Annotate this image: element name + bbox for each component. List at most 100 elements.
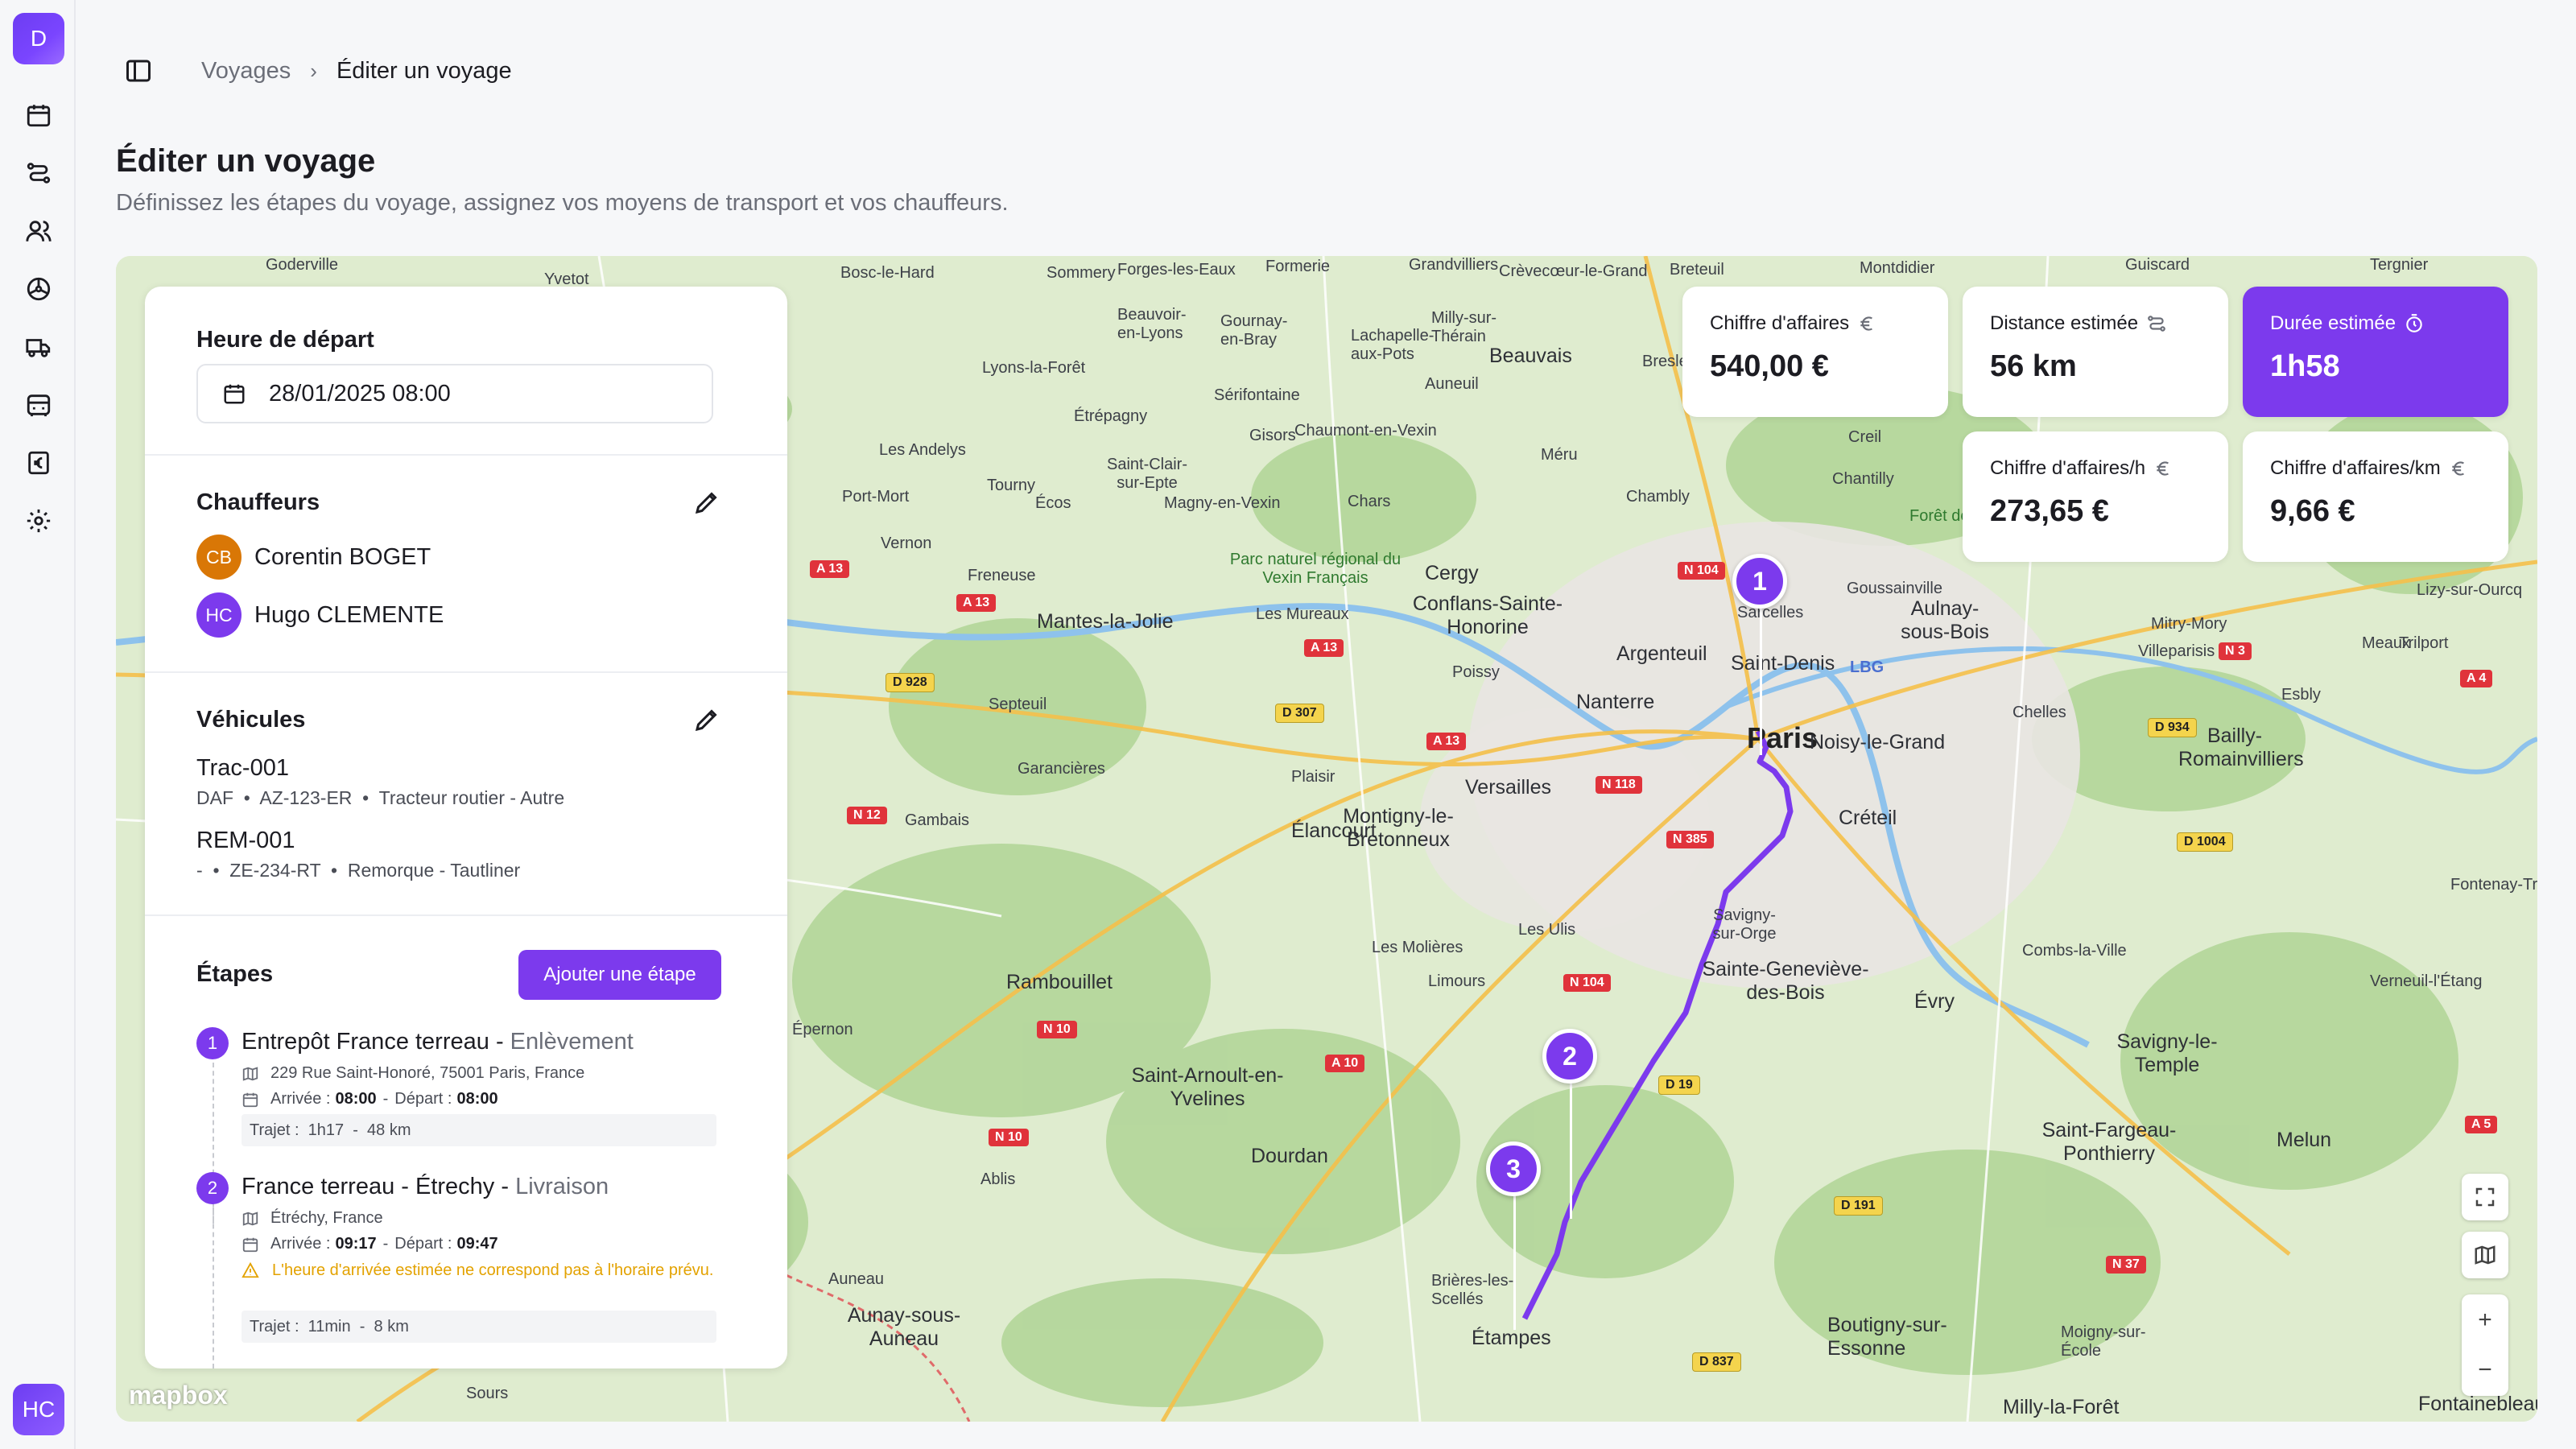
- sidebar-toggle-icon[interactable]: [124, 56, 153, 85]
- app-logo[interactable]: D: [13, 13, 64, 64]
- road-shield: A 13: [810, 560, 850, 578]
- map-label: Limours: [1428, 972, 1486, 990]
- map-label: Bresle: [1642, 353, 1688, 370]
- map-icon: [242, 1211, 258, 1226]
- calendar-icon: [242, 1092, 258, 1107]
- map-marker-1[interactable]: 1: [1732, 554, 1787, 609]
- map-label: Villeparisis: [2138, 642, 2215, 660]
- steering-wheel-icon[interactable]: [25, 275, 52, 303]
- map-marker-3[interactable]: 3: [1486, 1141, 1541, 1196]
- step-address-line: 229 Rue Saint-Honoré, 75001 Paris, Franc…: [242, 1064, 584, 1083]
- euro-icon: [1860, 316, 1873, 331]
- warning-text: L'heure d'arrivée estimée ne correspond …: [272, 1261, 714, 1279]
- step-number: 1: [196, 1027, 229, 1059]
- step-type: Livraison: [515, 1174, 609, 1199]
- vehicle-icon[interactable]: [25, 391, 52, 419]
- road-shield: A 4: [2460, 670, 2493, 687]
- map-label: Moigny-sur-École: [2061, 1323, 2146, 1360]
- marker-stem: [1570, 1074, 1572, 1219]
- road-shield: N 10: [1037, 1021, 1077, 1038]
- map-label: Savigny-le-Temple: [2116, 1030, 2218, 1076]
- departure-datetime-input[interactable]: 28/01/2025 08:00: [196, 364, 713, 423]
- route-icon[interactable]: [25, 159, 52, 187]
- road-shield: D 19: [1658, 1075, 1700, 1095]
- stat-revenue-per-hour: Chiffre d'affaires/h 273,65 €: [1963, 431, 2228, 562]
- map-label: Plaisir: [1291, 768, 1335, 786]
- mapbox-logo: mapbox: [129, 1381, 228, 1410]
- road-shield: N 37: [2106, 1256, 2146, 1274]
- map-style-button[interactable]: [2462, 1232, 2508, 1278]
- map-label: Chelles: [2013, 704, 2066, 721]
- settings-icon[interactable]: [25, 507, 52, 535]
- map-label: Étrépagny: [1074, 407, 1148, 425]
- map-label: Paris: [1747, 721, 1818, 754]
- map-label: Dourdan: [1251, 1145, 1328, 1167]
- truck-icon[interactable]: [25, 333, 52, 361]
- arrival-label: Arrivée :: [270, 1090, 331, 1108]
- stat-duration: Durée estimée 1h58: [2243, 287, 2508, 417]
- trajet-time: 1h17: [308, 1121, 345, 1139]
- bullet: •: [208, 860, 225, 881]
- breadcrumb-current: Éditer un voyage: [336, 57, 512, 84]
- trajet-distance: 48 km: [367, 1121, 411, 1139]
- map-label: Formerie: [1265, 258, 1331, 275]
- step-separator: -: [489, 1029, 510, 1055]
- airport-label: LBG: [1850, 658, 1885, 676]
- road-shield: A 13: [956, 594, 997, 612]
- calendar-icon[interactable]: [25, 101, 52, 129]
- map-label: Bosc-le-Hard: [840, 264, 935, 282]
- driver-name: Hugo CLEMENTE: [254, 601, 444, 628]
- map-label: Cergy: [1425, 562, 1479, 584]
- road-shield: N 385: [1666, 831, 1714, 848]
- road-shield: D 934: [2148, 718, 2197, 737]
- warning-icon: [242, 1261, 259, 1278]
- fullscreen-button[interactable]: [2462, 1174, 2508, 1220]
- map-label: Breteuil: [1670, 261, 1724, 279]
- driver-item: CB Corentin BOGET: [196, 535, 431, 580]
- vehicle-type: Remorque - Tautliner: [347, 860, 521, 881]
- users-icon[interactable]: [25, 217, 52, 245]
- map-label: Écos: [1035, 494, 1071, 512]
- edit-vehicles-icon[interactable]: [692, 705, 721, 734]
- step-title[interactable]: France terreau - Étrechy - Livraison: [242, 1174, 609, 1200]
- euro-receipt-icon[interactable]: [25, 449, 52, 477]
- step-name: Entrepôt France terreau: [242, 1029, 489, 1055]
- map-marker-2[interactable]: 2: [1542, 1029, 1597, 1084]
- map-label: Port-Mort: [842, 488, 910, 506]
- stat-label: Chiffre d'affaires/h: [1990, 457, 2146, 479]
- edit-drivers-icon[interactable]: [692, 488, 721, 517]
- road-shield: N 10: [989, 1129, 1029, 1146]
- step-trajet: Trajet : 11min - 8 km: [242, 1311, 716, 1343]
- road-shield: A 13: [1304, 639, 1344, 657]
- trajet-label: Trajet :: [250, 1317, 299, 1335]
- stat-value: 273,65 €: [1990, 494, 2109, 528]
- road-shield: N 12: [847, 807, 887, 824]
- map-label: Poissy: [1452, 663, 1500, 681]
- add-step-button[interactable]: Ajouter une étape: [518, 950, 721, 1000]
- step-title[interactable]: Entrepôt France terreau - Enlèvement: [242, 1029, 634, 1055]
- stat-value: 1h58: [2270, 349, 2340, 383]
- divider: [145, 454, 787, 456]
- map-label: Argenteuil: [1616, 642, 1707, 665]
- road-shield: N 104: [1678, 562, 1725, 580]
- map-label: Sours: [466, 1385, 509, 1402]
- step-separator: -: [494, 1174, 516, 1199]
- breadcrumb-voyages[interactable]: Voyages: [201, 58, 291, 85]
- arrival-time: 08:00: [335, 1090, 377, 1108]
- vehicles-label: Véhicules: [196, 707, 306, 733]
- zoom-out-button[interactable]: −: [2478, 1345, 2492, 1395]
- map-label: Auneuil: [1425, 375, 1479, 393]
- arrival-label: Arrivée :: [270, 1235, 331, 1253]
- step-name: France terreau - Étrechy: [242, 1174, 495, 1199]
- map-label: Saint-Arnoult-en-Yvelines: [1131, 1064, 1284, 1110]
- bullet: •: [357, 787, 374, 808]
- map-label: Trilport: [2399, 634, 2449, 652]
- zoom-in-button[interactable]: +: [2478, 1295, 2492, 1345]
- map-label: Milly-sur-Thérain: [1431, 309, 1497, 345]
- map-label: Méru: [1541, 446, 1578, 464]
- map-label: Sommery: [1046, 264, 1116, 282]
- departure-time: 08:00: [456, 1090, 498, 1108]
- road-shield: N 118: [1596, 776, 1642, 794]
- map-label: Mitry-Mory: [2151, 615, 2227, 633]
- user-avatar[interactable]: HC: [13, 1384, 64, 1435]
